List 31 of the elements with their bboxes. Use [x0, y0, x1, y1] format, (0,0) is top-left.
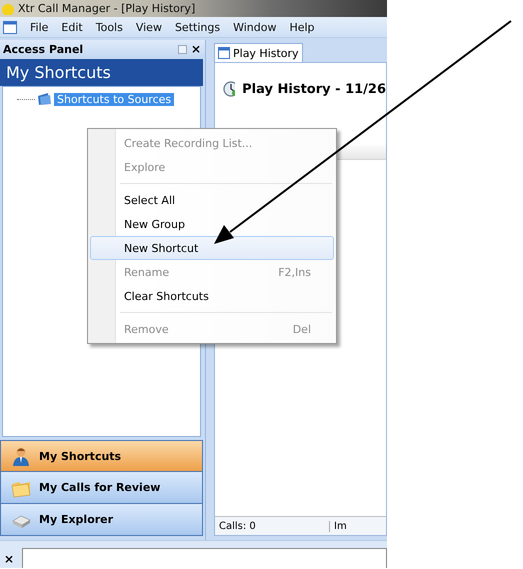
- nav-button[interactable]: My Shortcuts: [0, 440, 203, 472]
- menu-item[interactable]: Settings: [174, 20, 220, 34]
- menu-item[interactable]: Tools: [96, 20, 123, 34]
- menu-item[interactable]: Window: [233, 20, 276, 34]
- command-field[interactable]: [22, 548, 387, 568]
- clock-icon: [223, 81, 236, 97]
- nav-button[interactable]: My Explorer: [0, 504, 203, 536]
- menu-item[interactable]: New Group: [90, 212, 334, 236]
- close-button[interactable]: ×: [190, 42, 201, 56]
- status-text: Calls: 0: [215, 520, 330, 532]
- menu-item[interactable]: Help: [289, 20, 315, 34]
- menu-item[interactable]: Edit: [61, 20, 83, 34]
- nav-button[interactable]: My Calls for Review: [0, 472, 203, 504]
- close-button[interactable]: ×: [4, 552, 14, 568]
- menu-item[interactable]: File: [30, 20, 48, 34]
- window-icon[interactable]: [3, 20, 17, 34]
- document-tab[interactable]: Play History: [214, 43, 303, 62]
- app-icon: [2, 2, 14, 14]
- status-text: Im: [333, 520, 347, 532]
- person-icon: [11, 446, 31, 466]
- folder-icon: [37, 92, 52, 106]
- window-icon: [218, 47, 230, 59]
- menu-item[interactable]: Clear Shortcuts: [90, 284, 334, 308]
- menu-item[interactable]: New Shortcut: [90, 236, 334, 260]
- content-title: Play History - 11/26: [242, 82, 386, 96]
- window-title: Xtr Call Manager - [Play History]: [18, 2, 196, 15]
- panel-title: Access Panel: [3, 42, 84, 56]
- menu-item[interactable]: View: [136, 20, 162, 34]
- float-icon[interactable]: [178, 44, 187, 54]
- menu-item[interactable]: Select All: [90, 188, 334, 212]
- section-title: My Shortcuts: [0, 59, 203, 86]
